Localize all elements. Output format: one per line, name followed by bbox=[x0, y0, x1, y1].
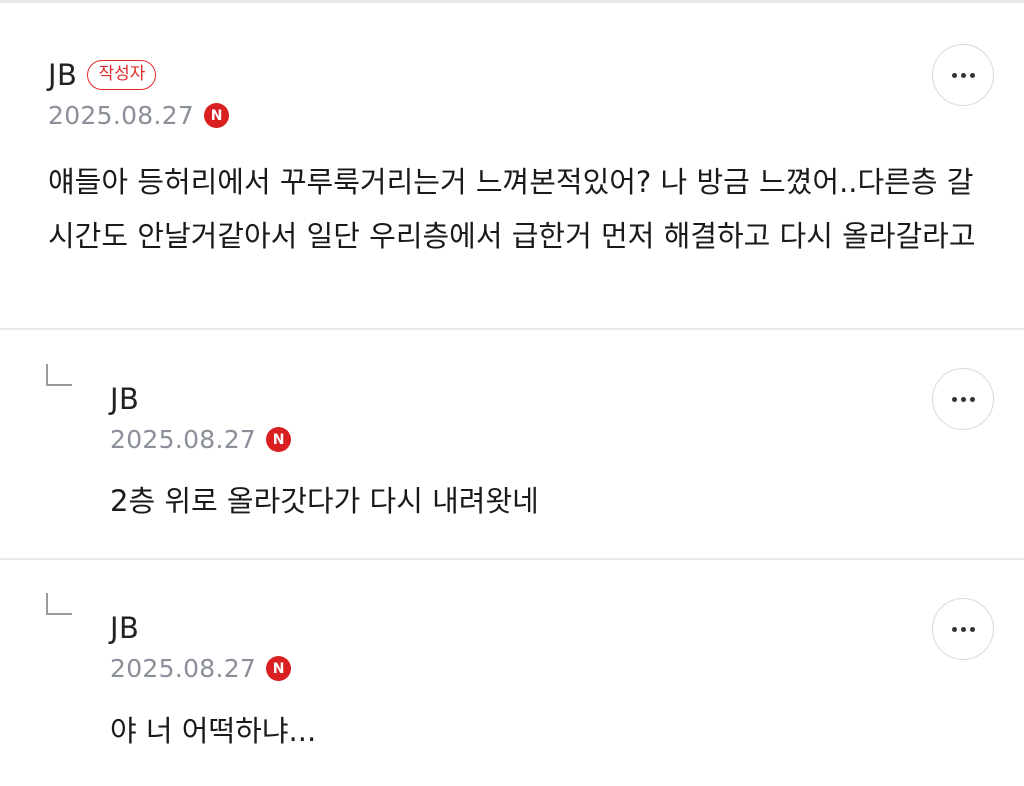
comment-text: 얘들아 등허리에서 꾸루룩거리는거 느껴본적있어? 나 방금 느꼈어..다른층 … bbox=[48, 165, 976, 253]
naver-n-icon: N bbox=[266, 427, 292, 452]
more-dots-icon bbox=[951, 626, 975, 632]
reply-arrow-icon bbox=[46, 364, 72, 386]
reply-date-row: 2025.08.27 N bbox=[110, 654, 292, 683]
author-name[interactable]: JB bbox=[48, 58, 77, 92]
reply-date: 2025.08.27 bbox=[110, 654, 257, 683]
reply-text: 2층 위로 올라갓다가 다시 내려왓네 bbox=[110, 484, 539, 518]
more-options-button[interactable] bbox=[932, 598, 994, 660]
more-dots-icon bbox=[951, 72, 975, 78]
author-name[interactable]: JB bbox=[110, 611, 139, 645]
comment-author-row: JB 작성자 bbox=[48, 58, 157, 92]
writer-badge: 작성자 bbox=[87, 60, 157, 90]
comment-date: 2025.08.27 bbox=[48, 101, 195, 130]
reply-date: 2025.08.27 bbox=[110, 425, 257, 454]
more-options-button[interactable] bbox=[932, 44, 994, 106]
reply-date-row: 2025.08.27 N bbox=[110, 425, 292, 454]
author-name[interactable]: JB bbox=[110, 382, 139, 416]
reply-arrow-icon bbox=[46, 593, 72, 615]
reply-item: JB 2025.08.27 N 2층 위로 올라갓다가 다시 내려왓네 bbox=[0, 330, 1024, 558]
reply-author-row: JB bbox=[110, 611, 139, 645]
reply-author-row: JB bbox=[110, 382, 139, 416]
more-options-button[interactable] bbox=[932, 368, 994, 430]
reply-text: 야 너 어떡하냐... bbox=[110, 714, 317, 748]
comment-item: JB 작성자 2025.08.27 N 얘들아 등허리에서 꾸루룩거리는거 느껴… bbox=[0, 3, 1024, 328]
naver-n-icon: N bbox=[266, 656, 292, 681]
naver-n-icon: N bbox=[204, 103, 230, 128]
reply-item: JB 2025.08.27 N 야 너 어떡하냐... bbox=[0, 560, 1024, 786]
comment-date-row: 2025.08.27 N bbox=[48, 101, 230, 130]
more-dots-icon bbox=[951, 396, 975, 402]
